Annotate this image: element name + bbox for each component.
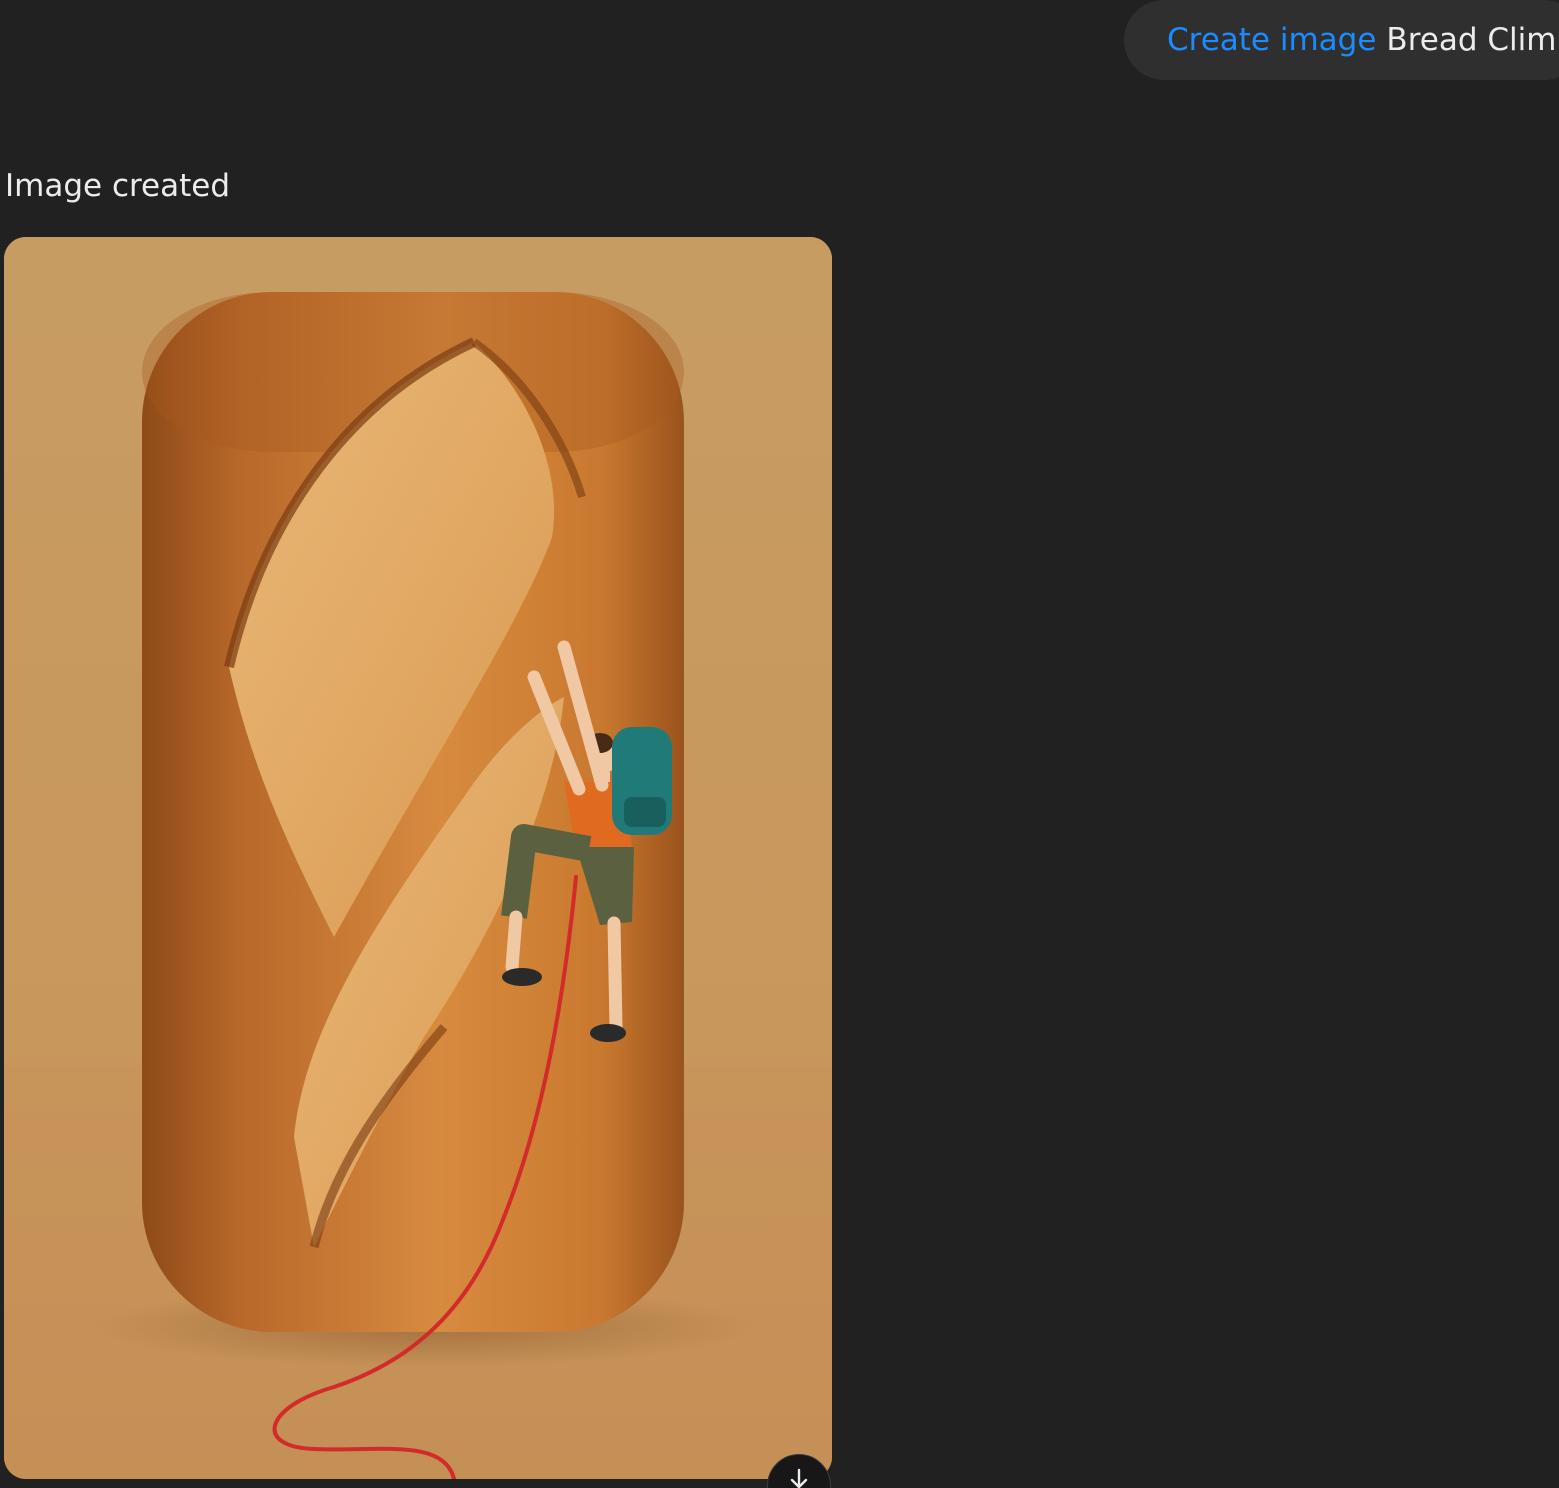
generated-image[interactable] <box>4 237 832 1479</box>
user-message-text: Bread Climp <box>1386 22 1559 58</box>
chat-page: Create image Bread Climp Image created <box>0 0 1559 1488</box>
download-icon <box>790 1468 808 1488</box>
bread-climber-illustration <box>4 237 832 1479</box>
image-created-status: Image created <box>5 168 231 204</box>
create-image-command[interactable]: Create image <box>1167 22 1376 58</box>
user-message-bubble: Create image Bread Climp <box>1124 0 1559 80</box>
